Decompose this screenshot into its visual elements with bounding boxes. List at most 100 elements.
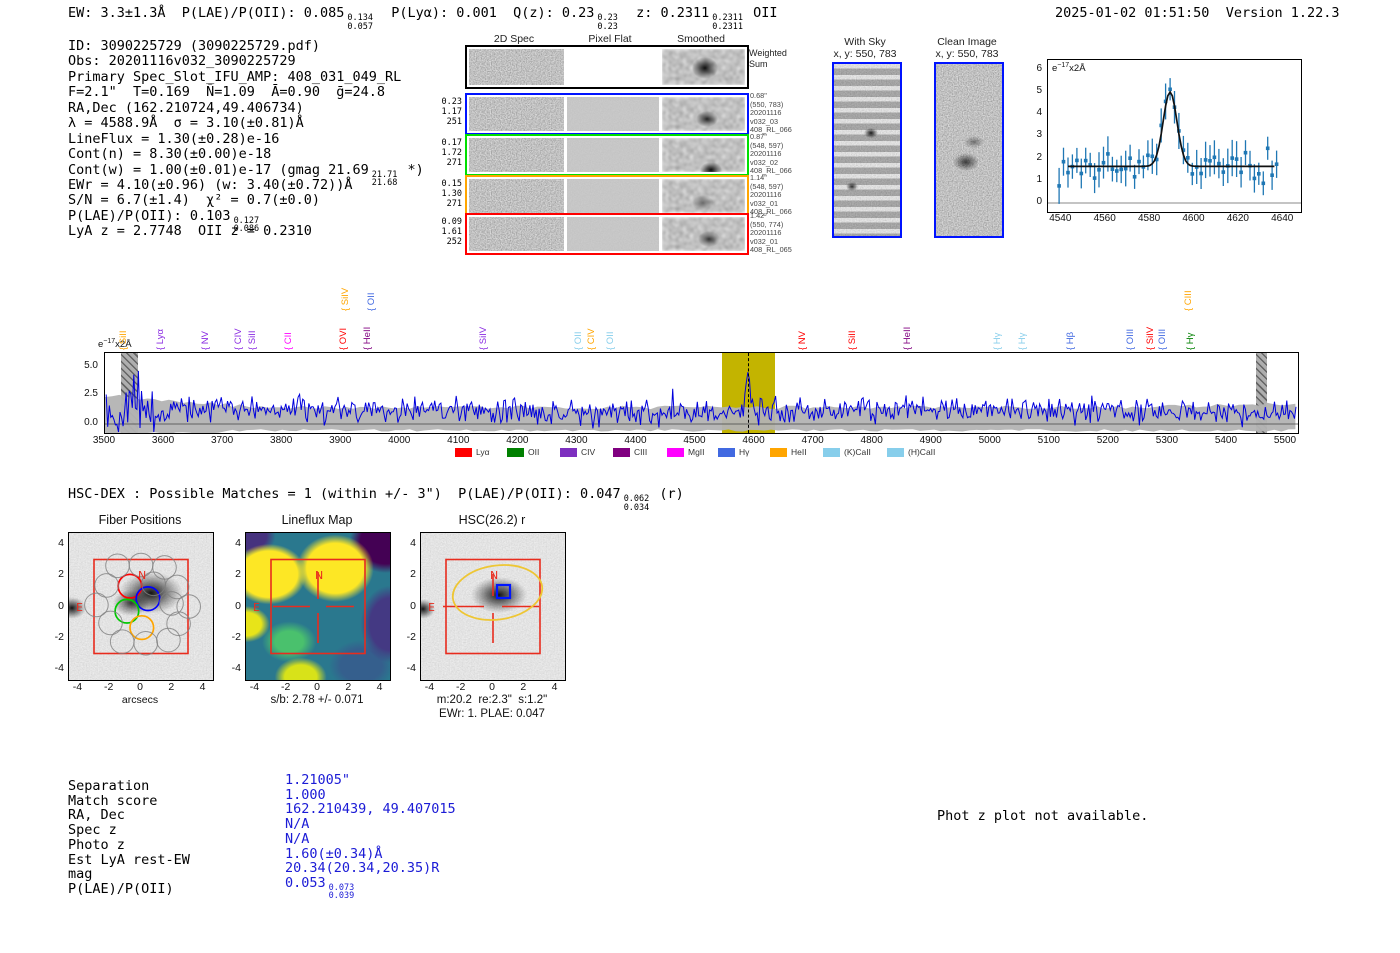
detection-wavelength-marker	[748, 353, 750, 433]
clean-image-coords: x, y: 550, 783	[935, 48, 999, 60]
spec2d-row	[465, 93, 749, 135]
info-line: RA,Dec (162.210724,49.406734)	[68, 99, 304, 116]
info-line: Cont(n) = 8.30(±0.00)e-18	[68, 146, 272, 163]
fiber-positions-title: Fiber Positions	[98, 513, 182, 527]
photz-note: Phot z plot not available.	[937, 808, 1149, 824]
legend-swatch	[560, 447, 577, 457]
weighted-sum-label: Weighted Sum	[749, 48, 787, 69]
col-header-pixelflat: Pixel Flat	[588, 33, 632, 45]
header-summary: EW: 3.3±1.3Å P(LAE)/P(OII): 0.085 0.134 0.…	[68, 5, 778, 32]
emission-line-label-hβ: { Hβ	[1065, 331, 1077, 350]
info-line: Primary Spec_Slot_IFU_AMP: 408_031_049_R…	[68, 68, 402, 85]
emission-line-label-siii: { SiII	[117, 330, 129, 350]
emission-line-label-hγ: { Hγ	[1016, 332, 1028, 350]
emission-line-label-siiv: { SiIV	[339, 287, 351, 311]
legend-swatch	[770, 447, 787, 457]
emission-line-label-siiv: { SiIV	[1144, 326, 1156, 350]
with-sky-title: With Sky	[844, 36, 886, 48]
legend-swatch	[613, 447, 630, 457]
match-row-value: 0.053 0.073 0.039	[285, 874, 355, 902]
legend-item-ciii: CIII	[613, 447, 647, 457]
lineflux-map-title: Lineflux Map	[281, 513, 353, 527]
emission-line-label-civ: { CIV	[233, 328, 245, 350]
svg-text:N: N	[490, 569, 498, 582]
match-row-label: Est LyA rest-EW	[68, 851, 190, 868]
version-label: Version 1.22.3	[1225, 5, 1340, 21]
legend-item-ly: Lyα	[455, 447, 490, 457]
spec2d-row	[465, 213, 749, 255]
emission-line-label-hγ: { Hγ	[1184, 332, 1196, 350]
spec2d-row	[465, 175, 749, 217]
match-row-value: 20.34(20.34,20.35)R	[285, 860, 440, 877]
match-row-value: 1.60(±0.34)Å	[285, 845, 383, 862]
emission-line-label-oii: { OII	[365, 292, 377, 311]
match-row-label: Photo z	[68, 836, 125, 853]
emission-line-label-civ: { CIV	[586, 328, 598, 350]
report-timestamp-version: 2025-01-02 01:51:50 Version 1.22.3	[1055, 5, 1340, 21]
hsc-caption-2: EWr: 1. PLAE: 0.047	[439, 708, 545, 720]
clean-image-title: Clean Image	[937, 36, 997, 48]
emission-line-label-ovi: { OVI	[338, 327, 350, 350]
match-row-label: RA, Dec	[68, 807, 125, 824]
info-line: ID: 3090225729 (3090225729.pdf)	[68, 38, 320, 54]
info-line: λ = 4588.9Å σ = 3.10(±0.81)Å	[68, 115, 304, 132]
match-row-value: N/A	[285, 816, 310, 833]
detection-info-block: ID: 3090225729 (3090225729.pdf) Obs: 2020…	[68, 38, 424, 240]
info-line: LineFlux = 1.30(±0.28)e-16	[68, 130, 280, 147]
legend-swatch	[455, 447, 472, 457]
hsc-dex-match-line: HSC-DEX : Possible Matches = 1 (within +…	[68, 486, 684, 513]
match-row-value: 162.210439, 49.407015	[285, 801, 456, 818]
full-spectrum-plot	[104, 352, 1299, 434]
emission-line-label-oii: { OII	[573, 331, 585, 350]
spec2d-row-meta: 0.68" (550, 783) 20201116 v032_03 408_RL…	[750, 91, 792, 135]
legend-item-hcaii: (H)CaII	[887, 447, 935, 457]
spec2d-row-weights: 0.15 1.30 271	[441, 179, 462, 209]
lineflux-caption: s/b: 2.78 +/- 0.071	[270, 694, 364, 706]
hsc-image-title: HSC(26.2) r	[458, 513, 526, 527]
legend-item-h: Hγ	[718, 447, 749, 457]
emission-line-label-oiii: { OIII	[1157, 328, 1169, 350]
legend-swatch	[667, 447, 684, 457]
match-row-value: 1.000	[285, 786, 326, 803]
emission-line-label-siiv: { SiIV	[478, 326, 490, 350]
info-line: S/N = 6.7(±1.4) χ² = 0.7(±0.0)	[68, 192, 320, 209]
legend-swatch	[718, 447, 735, 457]
timestamp: 2025-01-02 01:51:50	[1055, 5, 1210, 21]
emission-line-label-cii: { CII	[283, 332, 295, 350]
clean-image-cutout	[934, 62, 1004, 238]
elixer-report-page: EW: 3.3±1.3Å P(LAE)/P(OII): 0.085 0.134 0.…	[0, 0, 1400, 953]
info-line: Obs: 20201116v032_3090225729	[68, 53, 296, 70]
svg-text:N: N	[315, 569, 323, 582]
spec2d-row-meta: 1.42" (550, 774) 20201116 v032_01 408_RL…	[750, 211, 792, 255]
emission-line-label-hγ: { Hγ	[991, 332, 1003, 350]
with-sky-source-blob	[864, 128, 878, 138]
emission-line-label-heii: { HeII	[902, 326, 914, 350]
info-line: Cont(w) = 1.00(±0.01)e-17 (gmag 21.69 21.…	[68, 161, 424, 188]
legend-swatch	[887, 447, 904, 457]
with-sky-coords: x, y: 550, 783	[833, 48, 897, 60]
legend-swatch	[823, 447, 840, 457]
spec2d-row-weights: 0.23 1.17 251	[441, 97, 462, 127]
info-line: F=2.1" T=0.169 N̄=1.09 Ā=0.90 ḡ=24.8	[68, 84, 385, 101]
match-row-label: Match score	[68, 792, 158, 809]
emission-line-label-siii: { SiII	[847, 330, 859, 350]
emission-line-label-oii: { OII	[605, 331, 617, 350]
emission-line-label-heii: { HeII	[361, 326, 373, 350]
match-row-label: Spec z	[68, 822, 117, 839]
col-header-2dspec: 2D Spec	[493, 33, 535, 45]
emission-line-label-siii: { SiII	[246, 330, 258, 350]
legend-item-kcaii: (K)CaII	[823, 447, 871, 457]
legend-item-oii: OII	[507, 447, 539, 457]
emission-line-label-lyα: { Lyα	[155, 329, 167, 350]
fit-plot-ylabel: e−17x2Å	[1052, 62, 1086, 75]
with-sky-cutout	[832, 62, 902, 238]
lineflux-map-panel: N E	[245, 532, 391, 681]
fiber-positions-panel: N E	[58, 532, 214, 681]
info-line: EWr = 4.10(±0.96) (w: 3.40(±0.72))Å	[68, 176, 353, 193]
spec2d-row-weights: 0.09 1.61 252	[441, 217, 462, 247]
info-line: P(LAE)/P(OII): 0.103 0.127 0.086	[68, 207, 260, 235]
col-header-smoothed: Smoothed	[677, 33, 725, 45]
hsc-image-panel: N E	[411, 532, 566, 681]
fiber-xlabel: arcsecs	[121, 694, 159, 706]
north-label: N	[138, 569, 146, 582]
